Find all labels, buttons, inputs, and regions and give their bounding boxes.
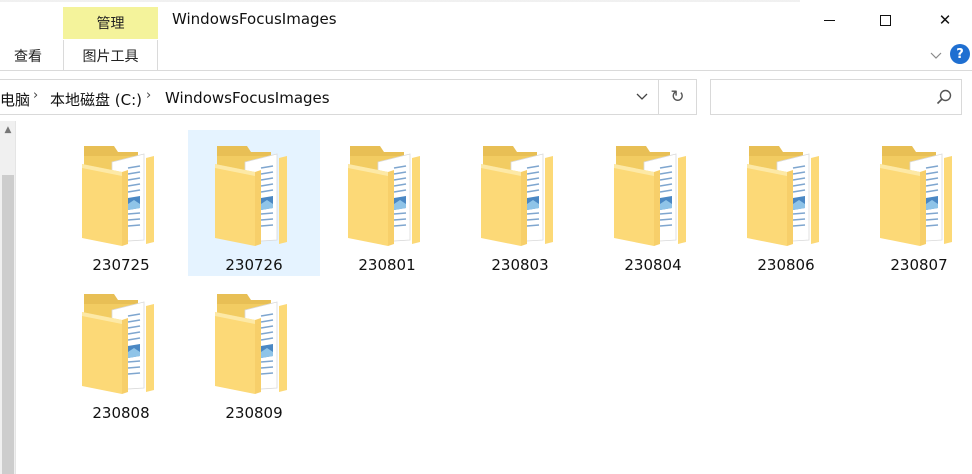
close-button[interactable]: ✕ [922, 0, 968, 40]
folder-item[interactable]: 230808 [55, 278, 187, 424]
search-input[interactable] [710, 79, 962, 115]
folder-icon [348, 146, 420, 246]
folder-name-label: 230725 [92, 256, 150, 274]
window-title: WindowsFocusImages [172, 10, 337, 28]
folder-item[interactable]: 230803 [454, 130, 586, 276]
refresh-button[interactable]: ↻ [658, 80, 696, 114]
address-history-dropdown[interactable] [628, 80, 656, 114]
folder-icon [880, 146, 952, 246]
breadcrumb-separator-icon[interactable]: › [146, 88, 151, 103]
breadcrumb-separator-icon[interactable]: › [33, 88, 38, 103]
context-tab-manage[interactable]: 管理 [63, 7, 158, 39]
folder-name-label: 230803 [491, 256, 549, 274]
scroll-up-arrow-icon[interactable]: ▲ [0, 121, 16, 139]
title-bar: 管理 WindowsFocusImages ✕ [0, 0, 972, 40]
refresh-icon: ↻ [670, 87, 685, 107]
chevron-down-icon [636, 93, 648, 100]
folder-icon [215, 294, 287, 394]
help-button[interactable]: ? [950, 44, 970, 64]
folder-icon [215, 146, 287, 246]
folder-name-label: 230809 [225, 404, 283, 422]
tab-view[interactable]: 查看 [0, 40, 56, 71]
address-row: 电脑 › 本地磁盘 (C:) › WindowsFocusImages ↻ [0, 72, 972, 121]
folder-item[interactable]: 230725 [55, 130, 187, 276]
folder-name-label: 230801 [358, 256, 416, 274]
folder-icon [747, 146, 819, 246]
top-edge-strip [0, 0, 800, 2]
tab-picture-tools[interactable]: 图片工具 [63, 40, 158, 71]
folder-name-label: 230804 [624, 256, 682, 274]
breadcrumb-current-folder[interactable]: WindowsFocusImages [165, 89, 330, 107]
folder-icon [481, 146, 553, 246]
maximize-icon [879, 14, 891, 26]
search-icon [936, 89, 952, 105]
minimize-icon [823, 19, 835, 21]
maximize-button[interactable] [862, 0, 908, 40]
breadcrumb-local-disk[interactable]: 本地磁盘 (C:) [50, 89, 142, 110]
navigation-pane-scrollbar[interactable]: ▲ [0, 121, 16, 474]
close-icon: ✕ [938, 11, 952, 29]
folder-name-label: 230806 [757, 256, 815, 274]
breadcrumb-this-pc[interactable]: 电脑 [0, 89, 30, 110]
folder-icon [82, 294, 154, 394]
folder-icon [614, 146, 686, 246]
file-list: 230725 230726 230801 230803 230804 23080… [17, 121, 972, 474]
folder-name-label: 230808 [92, 404, 150, 422]
folder-icon [82, 146, 154, 246]
folder-item[interactable]: 230804 [587, 130, 719, 276]
ribbon-tabs: 查看 图片工具 ? [0, 40, 972, 71]
ribbon-expand-button[interactable] [926, 46, 946, 66]
address-bar[interactable]: 电脑 › 本地磁盘 (C:) › WindowsFocusImages ↻ [0, 79, 697, 115]
folder-item[interactable]: 230807 [853, 130, 972, 276]
chevron-down-icon [930, 52, 942, 59]
folder-name-label: 230807 [890, 256, 948, 274]
folder-name-label: 230726 [225, 256, 283, 274]
folder-item[interactable]: 230809 [188, 278, 320, 424]
folder-item[interactable]: 230806 [720, 130, 852, 276]
scrollbar-thumb[interactable] [2, 175, 14, 474]
minimize-button[interactable] [806, 0, 852, 40]
folder-item[interactable]: 230801 [321, 130, 453, 276]
folder-item[interactable]: 230726 [188, 130, 320, 276]
